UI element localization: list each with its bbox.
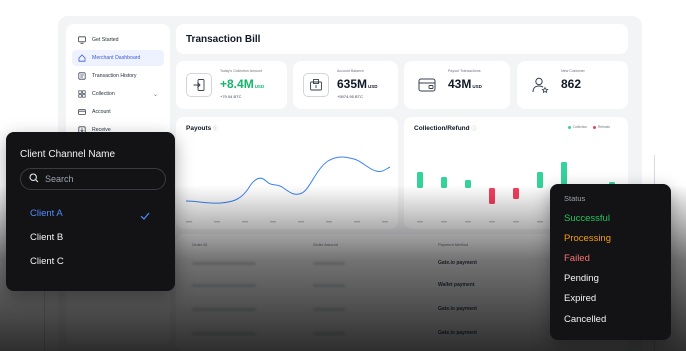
payouts-line-chart (185, 156, 391, 223)
chevron-down-icon[interactable]: ⌄ (153, 91, 158, 98)
payouts-card: Payouts ⓘ (176, 117, 398, 229)
stat-unit: USD (368, 84, 378, 89)
wallet-icon (414, 73, 440, 97)
user-star-icon (527, 73, 553, 97)
dropdown-title: Client Channel Name (20, 149, 116, 160)
cash-register-icon (303, 73, 329, 97)
sidebar-item-account[interactable]: Account (72, 104, 164, 120)
stat-title: Account Balance (337, 69, 364, 73)
table-row[interactable] (192, 332, 256, 335)
grid-icon (78, 90, 86, 98)
table-cell (313, 284, 345, 287)
status-option-expired[interactable]: Expired (564, 293, 596, 304)
status-option-processing[interactable]: Processing (564, 233, 611, 244)
sidebar-item-label: Account (92, 109, 111, 115)
payment-method: Wallet payment (438, 282, 475, 288)
wallet-in-icon (186, 73, 212, 97)
payment-method: Gate.io payment (438, 306, 477, 312)
search-icon (29, 173, 45, 185)
stat-subvalue: +79.04 BTC (220, 94, 242, 99)
card-icon (78, 108, 86, 116)
stat-value: 862 (561, 77, 582, 91)
table-cell (313, 332, 345, 335)
table-cell (313, 262, 345, 265)
status-option-cancelled[interactable]: Cancelled (564, 314, 606, 325)
stat-value: 635MUSD (337, 77, 378, 91)
list-icon (78, 72, 86, 80)
status-option-successful[interactable]: Successful (564, 213, 610, 224)
table-row[interactable] (192, 284, 256, 287)
payment-method: Gate.io payment (438, 330, 477, 336)
stat-card-payout-transactions: Payout Transactions 43MUSD (404, 61, 510, 109)
table-cell (313, 308, 345, 311)
stat-subvalue: +5974.95 BTC (337, 94, 363, 99)
check-icon (140, 208, 150, 226)
page-title: Transaction Bill (186, 33, 261, 45)
home-icon (78, 54, 86, 62)
stat-unit: USD (254, 84, 265, 89)
table-row[interactable] (192, 262, 256, 265)
stat-card-new-customer: New Customer 862 (517, 61, 628, 109)
stat-title: Payout Transactions (448, 69, 481, 73)
client-option-b[interactable]: Client B (30, 232, 63, 243)
stat-value: +8.4MUSD (220, 77, 265, 91)
stat-title: Today's Collection Amount (220, 69, 263, 73)
stat-value: 43MUSD (448, 77, 482, 91)
payment-method: Gate.io payment (438, 260, 477, 266)
sidebar-item-get-started[interactable]: Get Started (72, 32, 164, 48)
sidebar-item-merchant-dashboard[interactable]: Merchant Dashboard (72, 50, 164, 66)
client-channel-dropdown: Client Channel Name Search Client A Clie… (6, 132, 175, 291)
dropdown-title: Status (564, 194, 586, 203)
status-option-failed[interactable]: Failed (564, 253, 590, 264)
sidebar-item-label: Collection (92, 91, 115, 97)
table-row[interactable] (192, 308, 256, 311)
sidebar-item-label: Merchant Dashboard (92, 55, 141, 61)
column-header: Order ID (192, 242, 208, 247)
stage: Get Started Merchant Dashboard Transacti… (0, 0, 686, 351)
sidebar-item-label: Get Started (92, 37, 119, 43)
client-search-input[interactable]: Search (20, 168, 166, 190)
sidebar-item-transaction-history[interactable]: Transaction History (72, 68, 164, 84)
stat-title: New Customer (561, 69, 585, 73)
search-placeholder: Search (45, 174, 74, 184)
status-dropdown: Status Successful Processing Failed Pend… (550, 184, 671, 340)
monitor-icon (78, 36, 86, 44)
client-option-c[interactable]: Client C (30, 256, 64, 267)
status-option-pending[interactable]: Pending (564, 273, 599, 284)
stat-card-collection-amount: Today's Collection Amount +8.4MUSD +79.0… (176, 61, 287, 109)
client-option-a[interactable]: Client A (30, 208, 63, 219)
sidebar-item-collection[interactable]: Collection ⌄ (72, 86, 164, 102)
column-header: Payment Method (438, 242, 469, 247)
stat-unit: USD (472, 84, 482, 89)
page-header: Transaction Bill (176, 24, 628, 54)
sidebar-item-label: Transaction History (92, 73, 137, 79)
column-header: Order Amount (313, 242, 338, 247)
stat-card-account-balance: Account Balance 635MUSD +5974.95 BTC (293, 61, 398, 109)
